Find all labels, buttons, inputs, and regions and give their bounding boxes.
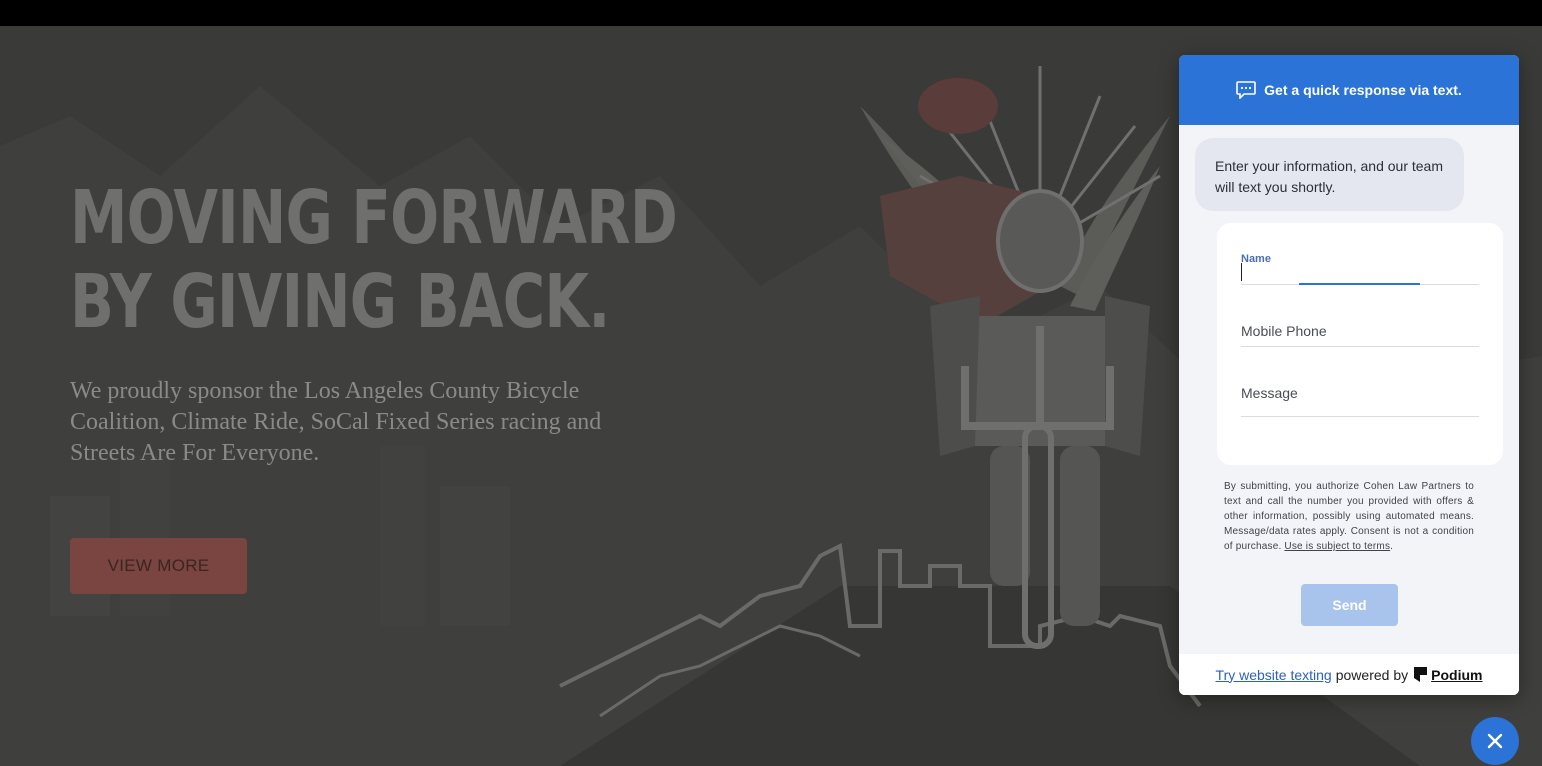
podium-brand-link[interactable]: Podium [1414, 667, 1482, 683]
podium-brand-text: Podium [1431, 666, 1483, 683]
view-more-button[interactable]: VIEW MORE [70, 538, 247, 594]
text-caret [1241, 263, 1242, 281]
top-bar [0, 0, 1542, 26]
contact-form: Name Mobile Phone Message [1217, 223, 1503, 465]
close-icon [1487, 733, 1503, 749]
intro-message-bubble: Enter your information, and our team wil… [1195, 138, 1464, 211]
focus-underline [1299, 283, 1420, 285]
hero-headline-line1: MOVING FORWARD [70, 175, 678, 261]
name-label: Name [1241, 253, 1271, 265]
disclaimer-end: . [1390, 541, 1394, 552]
chat-bubble-icon [1236, 81, 1256, 99]
send-button[interactable]: Send [1301, 584, 1398, 626]
hero-subtext: We proudly sponsor the Los Angeles Count… [70, 378, 602, 466]
name-field[interactable]: Name [1241, 253, 1479, 285]
message-placeholder: Message [1241, 385, 1298, 401]
message-field[interactable]: Message [1241, 383, 1479, 417]
widget-footer: Try website texting powered by Podium [1179, 654, 1519, 695]
consent-disclaimer: By submitting, you authorize Cohen Law P… [1224, 479, 1474, 554]
hero-headline-line2: BY GIVING BACK. [70, 259, 610, 345]
mobile-phone-field[interactable]: Mobile Phone [1241, 321, 1479, 347]
close-widget-button[interactable] [1471, 717, 1519, 765]
try-website-texting-link[interactable]: Try website texting [1216, 667, 1332, 683]
widget-header: Get a quick response via text. [1179, 55, 1519, 125]
mobile-phone-placeholder: Mobile Phone [1241, 323, 1327, 339]
widget-header-title: Get a quick response via text. [1264, 82, 1462, 98]
terms-link[interactable]: Use is subject to terms [1284, 541, 1390, 552]
hero-headline: MOVING FORWARD BY GIVING BACK. [70, 175, 678, 345]
podium-logo-icon [1414, 667, 1428, 682]
powered-by-text: powered by [1335, 666, 1409, 683]
text-us-widget: Get a quick response via text. Enter you… [1179, 55, 1519, 695]
